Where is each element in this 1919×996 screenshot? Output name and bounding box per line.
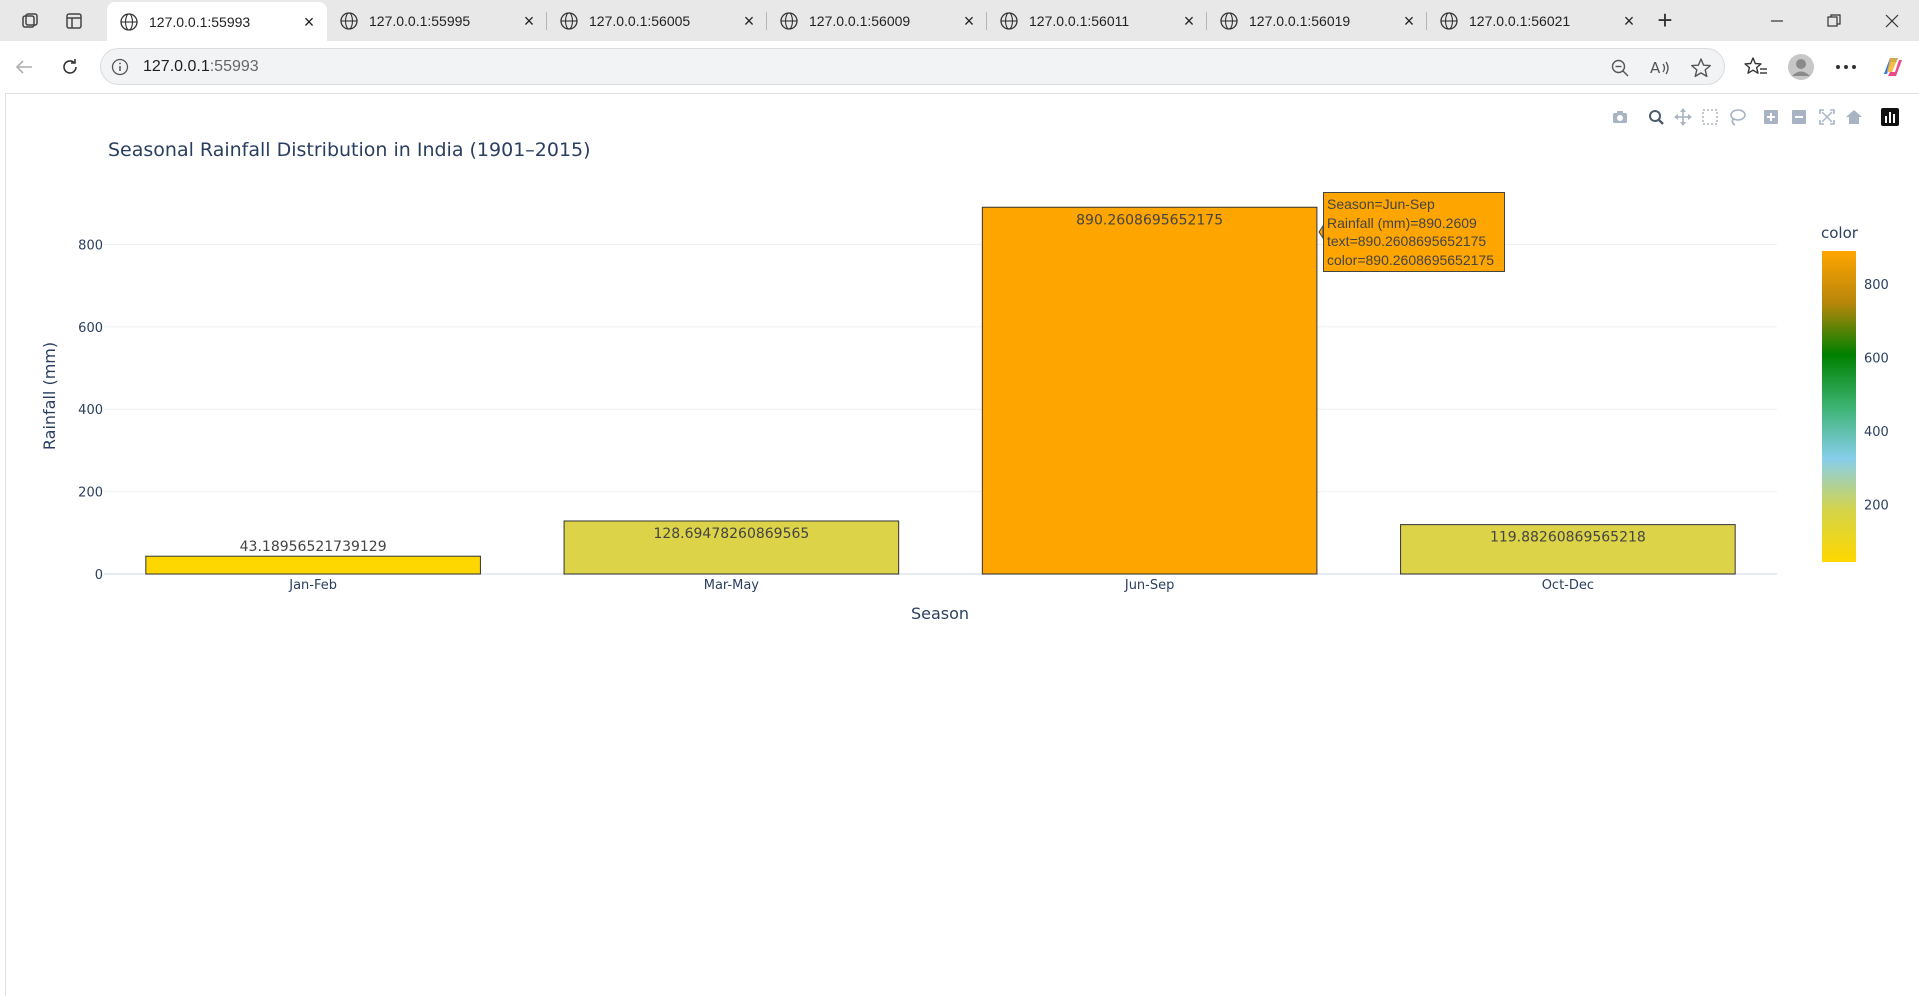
bar-data-label: 119.88260869565218: [1490, 530, 1646, 546]
x-tick-label: Oct-Dec: [1542, 578, 1594, 593]
hover-line: color=890.2608695652175: [1327, 252, 1494, 269]
x-tick-label: Jun-Sep: [1124, 578, 1175, 593]
bar-data-label: 890.2608695652175: [1076, 212, 1223, 228]
hover-tooltip: Season=Jun-Sep Rainfall (mm)=890.2609 te…: [1323, 192, 1505, 272]
bar-data-label: 128.69478260869565: [653, 526, 809, 542]
hover-line: text=890.2608695652175: [1327, 233, 1487, 250]
hover-line: Season=Jun-Sep: [1327, 196, 1435, 212]
y-tick-label: 200: [78, 486, 103, 501]
y-tick-label: 0: [95, 568, 103, 583]
colorbar-title: color: [1821, 224, 1858, 242]
colorbar-tick-label: 200: [1864, 498, 1889, 513]
y-tick-label: 800: [78, 238, 103, 253]
hover-line: Rainfall (mm)=890.2609: [1327, 214, 1477, 231]
x-tick-label: Jan-Feb: [288, 578, 337, 593]
colorbar-tick-label: 400: [1864, 425, 1889, 440]
colorbar-tick-label: 600: [1864, 352, 1889, 367]
y-axis-title: Rainfall (mm): [40, 342, 59, 450]
bar-data-label: 43.18956521739129: [240, 539, 387, 555]
bar: [145, 555, 481, 575]
x-tick-label: Mar-May: [704, 578, 760, 593]
bar: [981, 206, 1318, 575]
colorbar: [1822, 251, 1856, 562]
bar-chart: 0 200 400 600 800 43.18956521739129 Jan-Feb 128…: [40, 206, 1889, 623]
colorbar-tick-label: 800: [1864, 278, 1889, 293]
x-axis-title: Season: [911, 604, 969, 623]
y-tick-label: 600: [78, 321, 103, 336]
y-tick-label: 400: [78, 403, 103, 418]
